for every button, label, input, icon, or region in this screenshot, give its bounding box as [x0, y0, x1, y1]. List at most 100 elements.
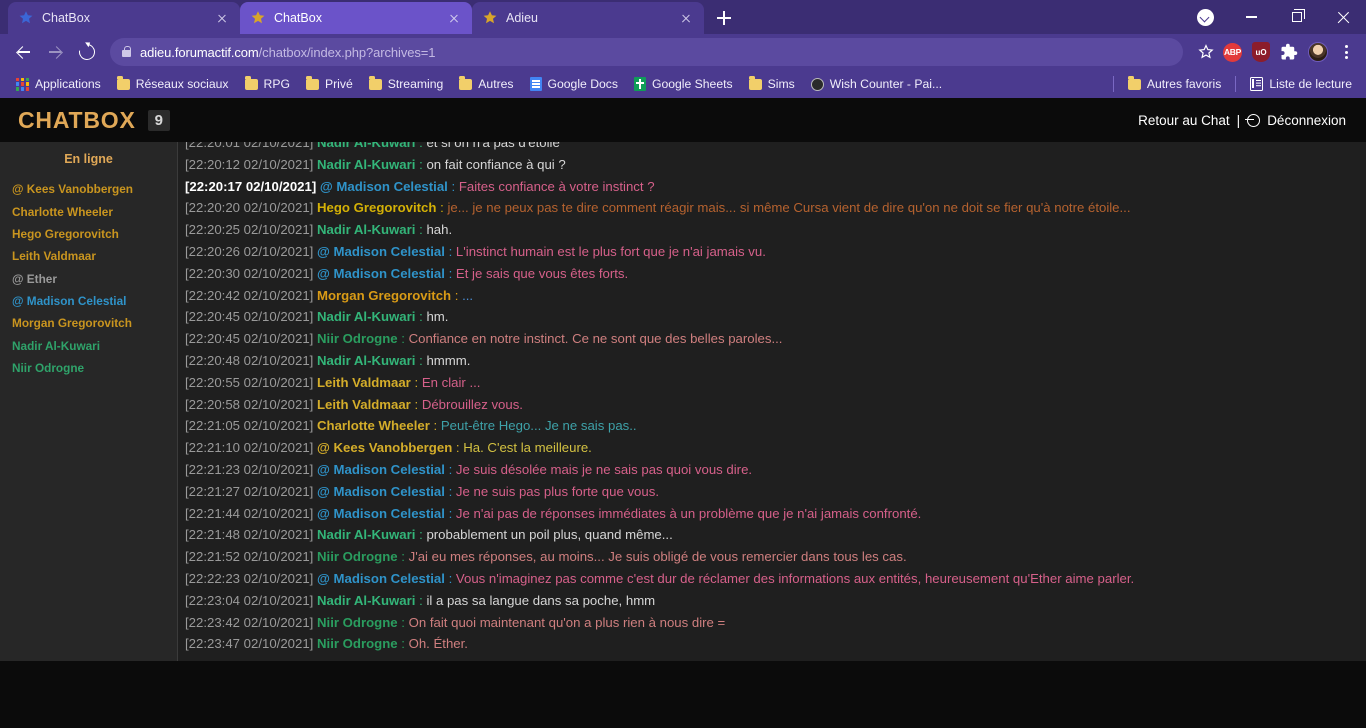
bookmark-autres-favoris[interactable]: Autres favoris — [1120, 73, 1230, 95]
adblock-plus-icon[interactable]: ABP — [1223, 42, 1242, 62]
message-author[interactable]: Niir Odrogne — [317, 615, 398, 630]
folder-icon — [305, 76, 319, 90]
maximize-button[interactable] — [1274, 0, 1320, 34]
message-author[interactable]: Charlotte Wheeler — [317, 418, 430, 433]
online-member[interactable]: @ Madison Celestial — [0, 290, 177, 312]
message-author[interactable]: Niir Odrogne — [317, 549, 398, 564]
message-author[interactable]: Nadir Al-Kuwari — [317, 593, 415, 608]
message-text: On fait quoi maintenant qu'on a plus rie… — [408, 614, 726, 630]
message-author[interactable]: @ Madison Celestial — [317, 571, 445, 586]
message-author[interactable]: @ Madison Celestial — [317, 462, 445, 477]
chat-message: [22:21:05 02/10/2021] Charlotte Wheeler … — [182, 415, 1356, 437]
messages-panel[interactable]: [22:20:01 02/10/2021] Nadir Al-Kuwari : … — [178, 142, 1366, 661]
message-author[interactable]: Niir Odrogne — [317, 636, 398, 651]
bookmark-autres[interactable]: Autres — [451, 73, 521, 95]
message-author[interactable]: Nadir Al-Kuwari — [317, 353, 415, 368]
browser-tab-2[interactable]: ChatBox — [240, 2, 472, 34]
extensions-puzzle-icon[interactable] — [1280, 43, 1298, 61]
back-button[interactable] — [8, 37, 38, 67]
new-tab-button[interactable] — [710, 4, 738, 32]
message-author[interactable]: @ Madison Celestial — [317, 266, 445, 281]
bookmark-label: Autres favoris — [1146, 77, 1222, 91]
close-icon[interactable] — [678, 10, 694, 26]
star-blue-icon — [19, 11, 33, 24]
message-author[interactable]: Niir Odrogne — [317, 331, 398, 346]
message-timestamp: [22:20:45 02/10/2021] — [185, 309, 317, 325]
message-author[interactable]: Hego Gregorovitch — [317, 200, 436, 215]
message-author[interactable]: Leith Valdmaar — [317, 375, 411, 390]
chat-message: [22:20:25 02/10/2021] Nadir Al-Kuwari : … — [182, 219, 1356, 241]
message-timestamp: [22:20:12 02/10/2021] — [185, 156, 317, 172]
message-author[interactable]: Leith Valdmaar — [317, 397, 411, 412]
bookmark-prive[interactable]: Privé — [298, 73, 361, 95]
close-icon[interactable] — [446, 10, 462, 26]
bookmark-wish-counter[interactable]: Wish Counter - Pai... — [803, 73, 950, 95]
message-author[interactable]: Nadir Al-Kuwari — [317, 142, 415, 150]
message-author[interactable]: Nadir Al-Kuwari — [317, 527, 415, 542]
address-bar[interactable]: adieu.forumactif.com/chatbox/index.php?a… — [110, 38, 1183, 66]
bookmark-google-sheets[interactable]: Google Sheets — [626, 73, 741, 95]
bookmark-button[interactable] — [1191, 37, 1221, 67]
minimize-icon — [1245, 16, 1257, 18]
minimize-button[interactable] — [1228, 0, 1274, 34]
profile-avatar[interactable] — [1308, 42, 1328, 62]
online-member[interactable]: @ Ether — [0, 268, 177, 290]
bookmark-applications[interactable]: Applications — [8, 73, 109, 95]
ublock-origin-icon[interactable]: uO — [1252, 42, 1270, 62]
online-members-title: En ligne — [64, 152, 113, 166]
online-member[interactable]: @ Kees Vanobbergen — [0, 178, 177, 200]
online-member[interactable]: Niir Odrogne — [0, 357, 177, 379]
chat-message: [22:20:45 02/10/2021] Nadir Al-Kuwari : … — [182, 306, 1356, 328]
close-window-button[interactable] — [1320, 0, 1366, 34]
logout-link[interactable]: Déconnexion — [1267, 113, 1346, 128]
message-text: J'ai eu mes réponses, au moins... Je sui… — [408, 549, 907, 565]
reading-list-button[interactable]: Liste de lecture — [1242, 73, 1360, 95]
downloads-button[interactable] — [1182, 0, 1228, 34]
message-author[interactable]: Nadir Al-Kuwari — [317, 157, 415, 172]
message-author[interactable]: @ Madison Celestial — [317, 484, 445, 499]
close-icon[interactable] — [214, 10, 230, 26]
chat-message: [22:20:17 02/10/2021] @ Madison Celestia… — [182, 176, 1356, 198]
message-separator: : — [436, 200, 448, 216]
message-timestamp: [22:20:45 02/10/2021] — [185, 331, 317, 347]
bookmark-reseaux-sociaux[interactable]: Réseaux sociaux — [109, 73, 237, 95]
bookmark-streaming[interactable]: Streaming — [361, 73, 452, 95]
message-author[interactable]: Nadir Al-Kuwari — [317, 222, 415, 237]
message-separator: : — [444, 483, 456, 499]
chat-message: [22:21:48 02/10/2021] Nadir Al-Kuwari : … — [182, 524, 1356, 546]
bookmark-rpg[interactable]: RPG — [237, 73, 298, 95]
message-text: Peut-être Hego... Je ne sais pas.. — [440, 418, 637, 434]
message-author[interactable]: @ Kees Vanobbergen — [317, 440, 452, 455]
online-member[interactable]: Charlotte Wheeler — [0, 200, 177, 222]
browser-tab-3[interactable]: Adieu — [472, 2, 704, 34]
chrome-menu-icon[interactable] — [1338, 43, 1354, 61]
forward-button[interactable] — [40, 37, 70, 67]
chat-message: [22:20:48 02/10/2021] Nadir Al-Kuwari : … — [182, 350, 1356, 372]
chat-message: [22:23:04 02/10/2021] Nadir Al-Kuwari : … — [182, 590, 1356, 612]
online-member[interactable]: Leith Valdmaar — [0, 245, 177, 267]
reload-button[interactable] — [72, 37, 102, 67]
lock-icon — [122, 45, 132, 57]
close-icon — [1337, 11, 1350, 24]
message-separator: : — [429, 418, 441, 434]
message-separator: : — [444, 461, 456, 477]
online-member[interactable]: Nadir Al-Kuwari — [0, 335, 177, 357]
message-author[interactable]: @ Madison Celestial — [317, 506, 445, 521]
online-member[interactable]: Hego Gregorovitch — [0, 223, 177, 245]
message-author[interactable]: Nadir Al-Kuwari — [317, 309, 415, 324]
message-author[interactable]: @ Madison Celestial — [320, 179, 448, 194]
logout-icon — [1245, 113, 1261, 127]
bookmark-google-docs[interactable]: Google Docs — [522, 73, 626, 95]
online-members-list: @ Kees Vanobbergen Charlotte Wheeler Hego … — [0, 178, 177, 379]
bookmark-label: Autres — [478, 77, 514, 91]
online-member[interactable]: Morgan Gregorovitch — [0, 312, 177, 334]
browser-tab-1[interactable]: ChatBox — [8, 2, 240, 34]
google-sheets-icon — [633, 77, 646, 91]
bookmark-sims[interactable]: Sims — [741, 73, 803, 95]
tab-title: Adieu — [506, 11, 538, 25]
back-to-chat-link[interactable]: Retour au Chat — [1138, 113, 1230, 128]
message-author[interactable]: @ Madison Celestial — [317, 244, 445, 259]
message-text: Je suis désolée mais je ne sais pas quoi… — [455, 461, 753, 477]
message-author[interactable]: Morgan Gregorovitch — [317, 288, 451, 303]
message-separator: : — [415, 309, 427, 325]
